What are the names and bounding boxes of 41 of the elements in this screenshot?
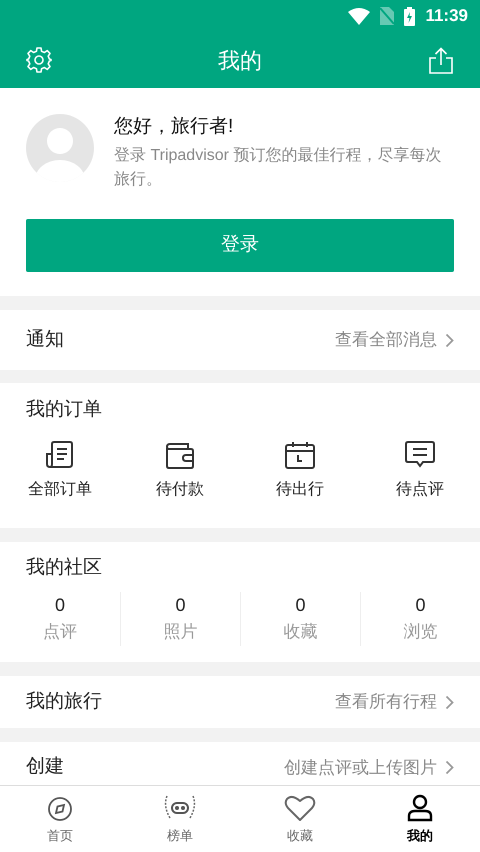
status-time: 11:39 xyxy=(425,5,468,28)
heart-icon xyxy=(284,794,316,822)
share-icon[interactable] xyxy=(428,46,454,74)
compass-icon xyxy=(47,796,73,822)
order-link[interactable]: 待付款 xyxy=(156,478,204,502)
no-sim-icon xyxy=(380,7,394,25)
section-link[interactable]: 查看全部消息 xyxy=(335,327,454,353)
nav-tab[interactable]: 收藏 xyxy=(240,786,360,852)
section-link[interactable]: 查看所有行程 xyxy=(335,689,454,715)
login-prompt-text: 登录 Tripadvisor 预订您的最佳行程，尽享每次旅行。 xyxy=(114,146,442,190)
section-title: 我的订单 xyxy=(26,398,103,422)
order-link[interactable]: 待出行 xyxy=(276,478,324,502)
battery-charging-icon xyxy=(404,6,416,26)
avatar-icon xyxy=(26,114,94,182)
message-icon xyxy=(404,440,436,470)
nav-tab[interactable]: 我的 xyxy=(360,786,480,852)
login-button[interactable]: 登录 xyxy=(26,219,454,272)
section-link[interactable]: 创建点评或上传图片 xyxy=(284,754,454,780)
section-title: 我的社区 xyxy=(25,556,103,580)
section-label: 创建 xyxy=(26,755,64,780)
calendar-icon xyxy=(284,440,316,470)
order-link[interactable]: 全部订单 xyxy=(28,478,92,502)
document-icon xyxy=(45,440,75,470)
stat-count: 0 xyxy=(295,594,306,617)
nav-tab[interactable]: 首页 xyxy=(0,786,120,852)
wifi-icon xyxy=(348,8,370,24)
wallet-icon xyxy=(164,442,196,470)
stat-count: 0 xyxy=(415,594,426,617)
stat-count: 0 xyxy=(54,594,65,617)
section-label: 我的旅行 xyxy=(26,690,102,714)
nav-tab[interactable]: 榜单 xyxy=(120,786,240,852)
header-title: 我的 xyxy=(218,46,262,74)
greeting-text: 您好，旅行者! xyxy=(114,115,234,139)
chevron-icon xyxy=(445,694,454,710)
order-link[interactable]: 待点评 xyxy=(396,478,444,502)
section-label: 通知 xyxy=(26,328,64,352)
chevron-icon xyxy=(445,332,454,348)
settings-icon[interactable] xyxy=(26,47,52,73)
stat-count: 0 xyxy=(175,594,186,617)
chevron-icon xyxy=(445,760,454,775)
person-icon xyxy=(407,794,433,822)
